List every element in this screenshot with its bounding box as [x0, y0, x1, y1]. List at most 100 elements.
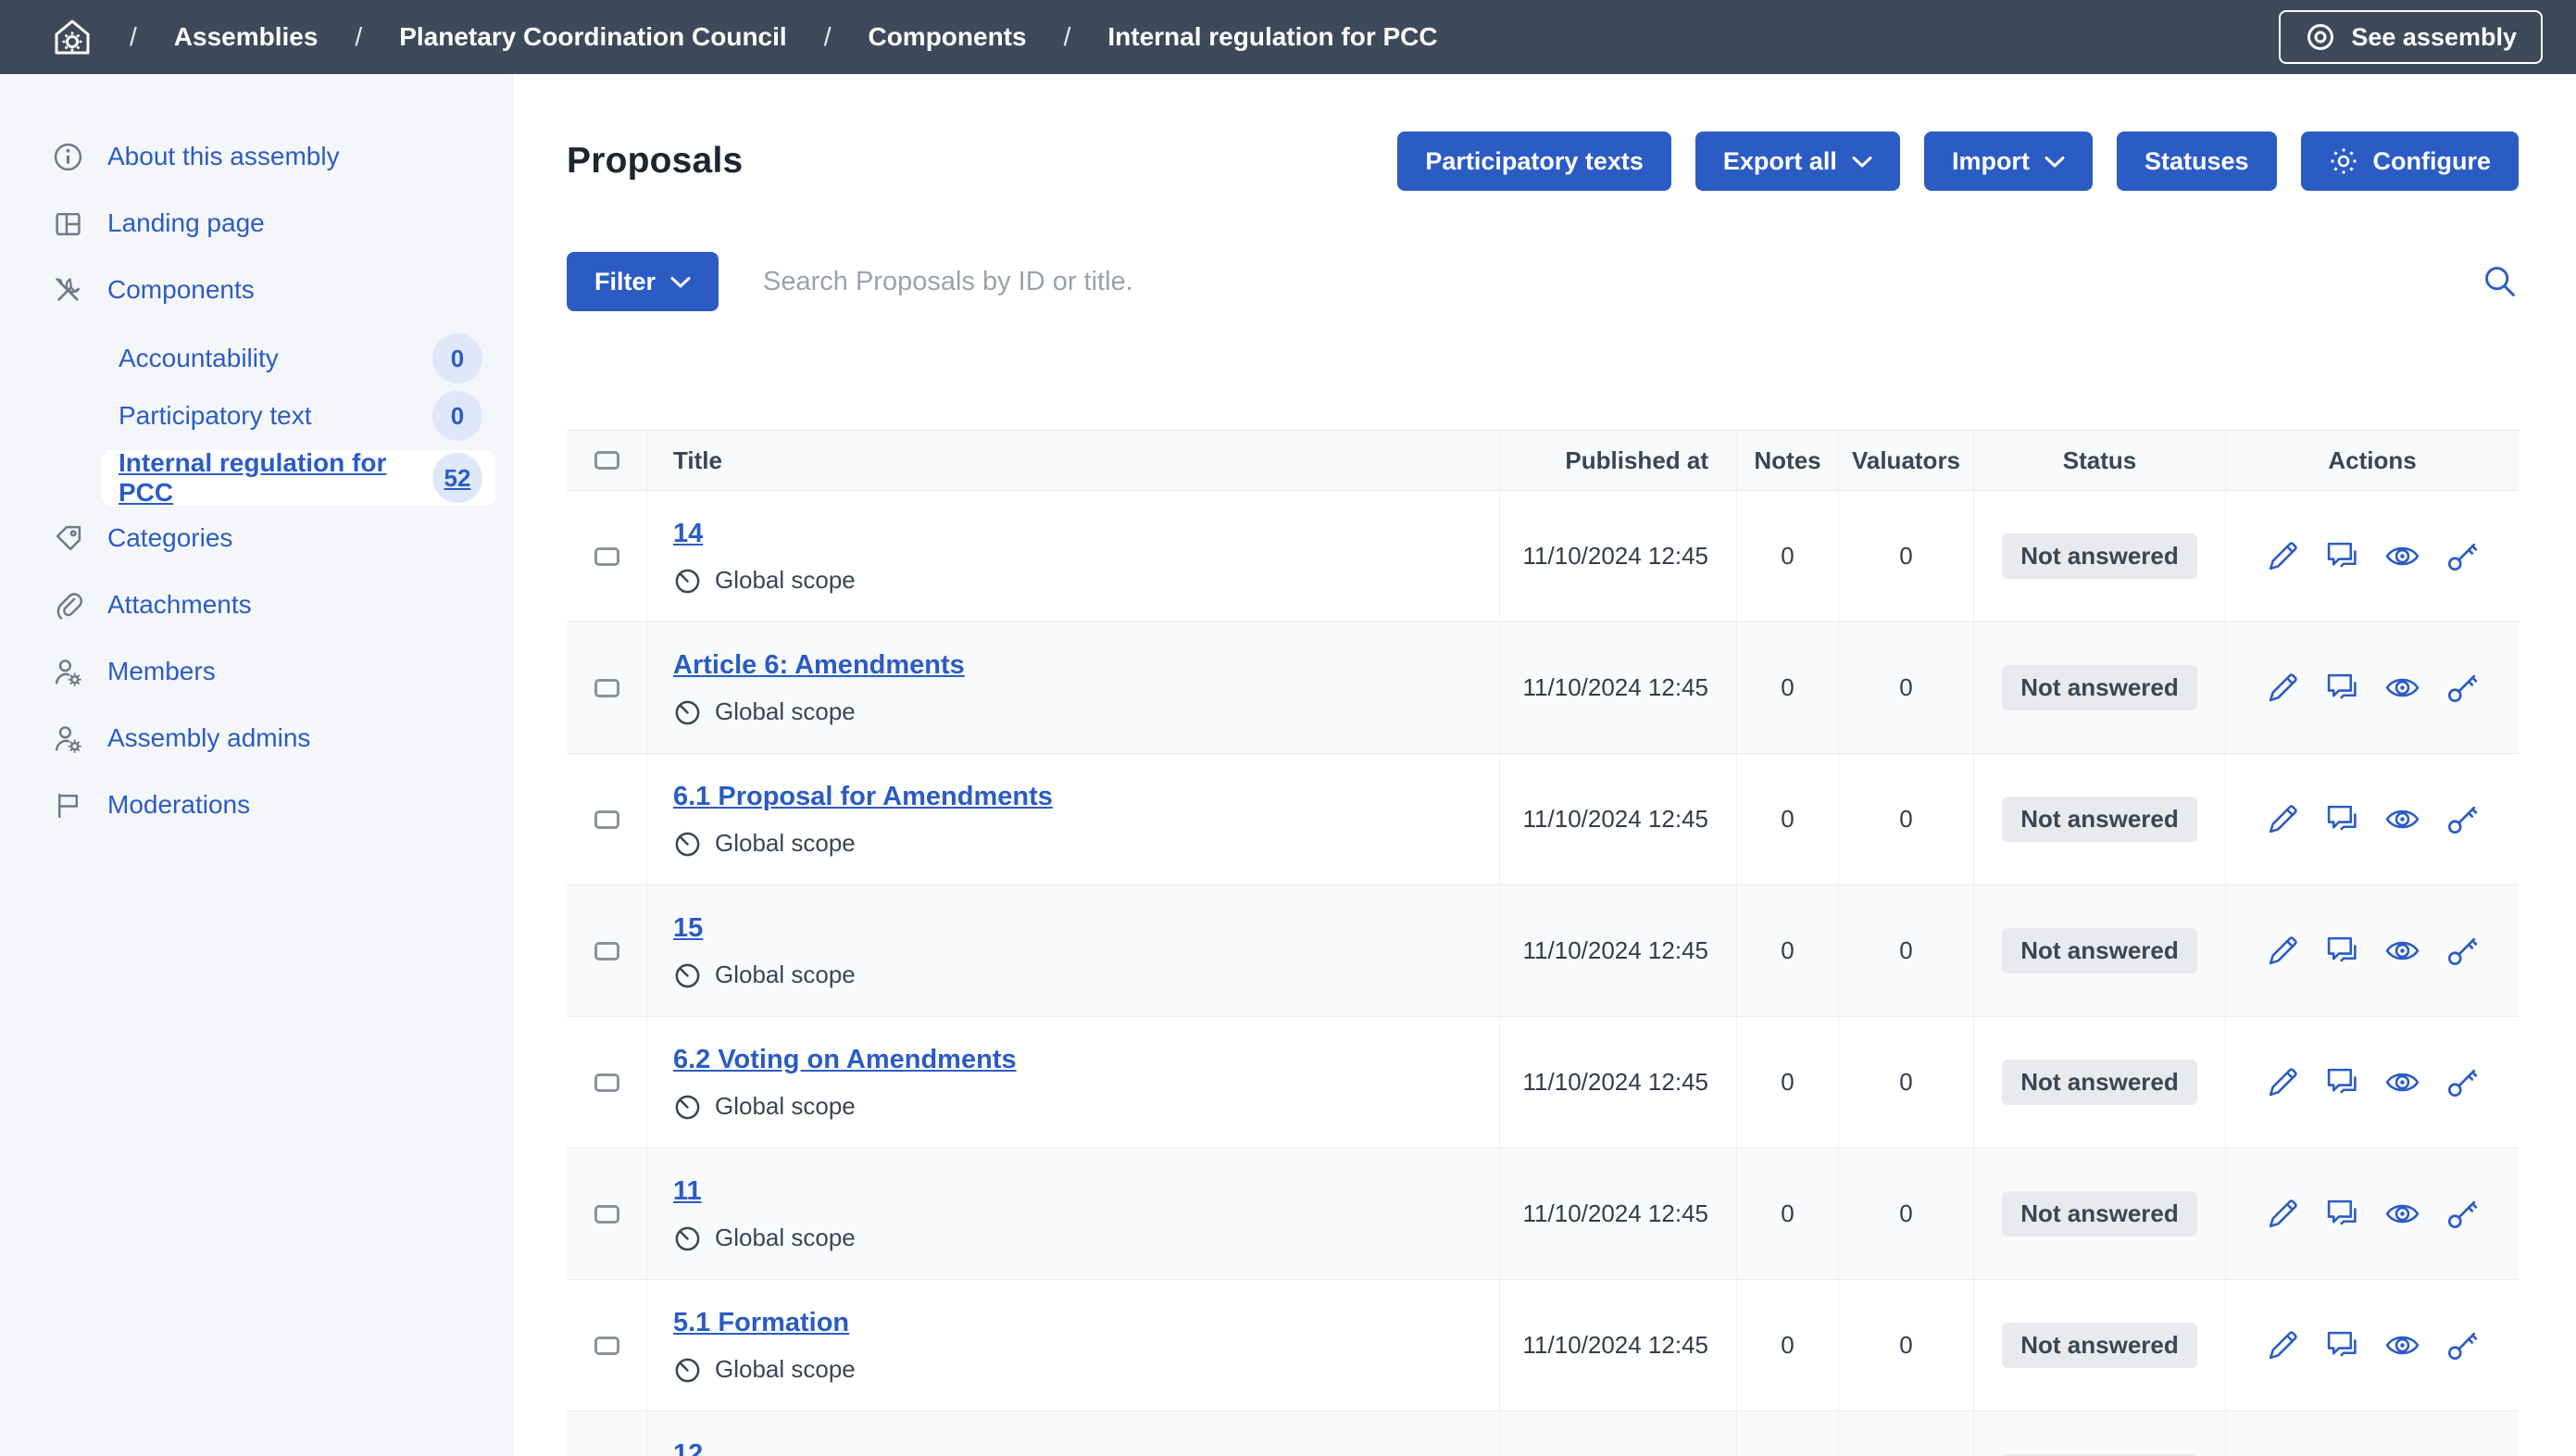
- answer-icon[interactable]: [2325, 671, 2359, 705]
- sidebar-item-assembly-admins[interactable]: Assembly admins: [52, 717, 495, 759]
- answer-icon[interactable]: [2325, 802, 2359, 836]
- sidebar-item-label: Accountability: [119, 344, 279, 373]
- sidebar-item-internal-regulation[interactable]: Internal regulation for PCC 52: [102, 450, 495, 506]
- sidebar-item-about[interactable]: About this assembly: [52, 135, 495, 178]
- search-icon[interactable]: [2482, 263, 2519, 300]
- configure-button[interactable]: Configure: [2301, 132, 2520, 191]
- proposal-title-link[interactable]: 12: [673, 1439, 856, 1456]
- table-row: 12 Global scope 11/10/2024 12:45 0 0 Not…: [567, 1412, 2519, 1456]
- permissions-icon[interactable]: [2445, 1328, 2480, 1362]
- valuators-count: 0: [1839, 491, 1974, 621]
- search-input[interactable]: [761, 266, 2439, 298]
- scope-label: Global scope: [715, 697, 856, 726]
- breadcrumb-current-component[interactable]: Internal regulation for PCC: [1107, 22, 1437, 52]
- row-checkbox[interactable]: [594, 547, 619, 566]
- row-checkbox[interactable]: [594, 1337, 619, 1355]
- edit-icon[interactable]: [2266, 1197, 2300, 1231]
- sidebar-item-label: Members: [107, 657, 216, 686]
- valuators-count: 0: [1839, 1017, 1974, 1148]
- chevron-down-icon: [670, 275, 691, 289]
- page-title: Proposals: [567, 141, 743, 182]
- scope-label: Global scope: [715, 1092, 856, 1121]
- export-all-button[interactable]: Export all: [1695, 132, 1900, 191]
- count-badge: 0: [432, 333, 482, 383]
- proposal-title-link[interactable]: Article 6: Amendments: [673, 650, 965, 681]
- breadcrumb-components[interactable]: Components: [868, 22, 1026, 52]
- published-at-value: 11/10/2024 12:45: [1500, 885, 1737, 1016]
- sidebar-item-accountability[interactable]: Accountability 0: [102, 335, 495, 382]
- row-checkbox[interactable]: [594, 810, 619, 829]
- sidebar-item-categories[interactable]: Categories: [52, 517, 495, 559]
- sidebar-item-label: Components: [107, 275, 255, 305]
- permissions-icon[interactable]: [2445, 539, 2480, 573]
- edit-icon[interactable]: [2266, 1065, 2300, 1099]
- status-badge: Not answered: [2002, 665, 2197, 710]
- proposal-title-link[interactable]: 6.2 Voting on Amendments: [673, 1045, 1017, 1075]
- edit-icon[interactable]: [2266, 539, 2300, 573]
- notes-count: 0: [1737, 1280, 1839, 1411]
- table-row: 14 Global scope 11/10/2024 12:45 0 0 Not…: [567, 491, 2519, 622]
- answer-icon[interactable]: [2325, 1197, 2359, 1231]
- preview-icon[interactable]: [2384, 1064, 2420, 1100]
- answer-icon[interactable]: [2325, 1065, 2359, 1099]
- import-button[interactable]: Import: [1924, 132, 2093, 191]
- sidebar-item-participatory-text[interactable]: Participatory text 0: [102, 393, 495, 439]
- row-checkbox[interactable]: [594, 1205, 619, 1224]
- preview-icon[interactable]: [2384, 538, 2420, 574]
- edit-icon[interactable]: [2266, 1328, 2300, 1362]
- row-checkbox[interactable]: [594, 942, 619, 960]
- preview-icon[interactable]: [2384, 801, 2420, 837]
- statuses-button[interactable]: Statuses: [2117, 132, 2277, 191]
- participatory-texts-button[interactable]: Participatory texts: [1397, 132, 1671, 191]
- breadcrumb-separator: /: [130, 22, 137, 52]
- published-at-value: 11/10/2024 12:45: [1500, 754, 1737, 885]
- info-icon: [52, 142, 83, 172]
- edit-icon[interactable]: [2266, 671, 2300, 705]
- proposal-title-link[interactable]: 6.1 Proposal for Amendments: [673, 782, 1053, 812]
- answer-icon[interactable]: [2325, 1328, 2359, 1362]
- permissions-icon[interactable]: [2445, 1197, 2480, 1231]
- table-row: 6.2 Voting on Amendments Global scope 11…: [567, 1017, 2519, 1148]
- permissions-icon[interactable]: [2445, 671, 2480, 705]
- valuators-count: 0: [1839, 1148, 1974, 1279]
- permissions-icon[interactable]: [2445, 934, 2480, 968]
- preview-icon[interactable]: [2384, 670, 2420, 706]
- filter-button[interactable]: Filter: [567, 252, 719, 311]
- sidebar-item-landing-page[interactable]: Landing page: [52, 202, 495, 245]
- preview-icon[interactable]: [2384, 1327, 2420, 1363]
- row-checkbox[interactable]: [594, 679, 619, 697]
- preview-icon[interactable]: [2384, 1196, 2420, 1232]
- sidebar-item-components[interactable]: Components: [52, 269, 495, 311]
- notes-count: 0: [1737, 491, 1839, 621]
- sidebar-item-attachments[interactable]: Attachments: [52, 584, 495, 626]
- published-at-value: 11/10/2024 12:45: [1500, 1412, 1737, 1456]
- answer-icon[interactable]: [2325, 539, 2359, 573]
- proposal-title-link[interactable]: 11: [673, 1176, 856, 1207]
- breadcrumb-assemblies[interactable]: Assemblies: [174, 22, 319, 52]
- sidebar-item-members[interactable]: Members: [52, 650, 495, 693]
- sidebar-item-moderations[interactable]: Moderations: [52, 784, 495, 826]
- edit-icon[interactable]: [2266, 802, 2300, 836]
- proposal-title-link[interactable]: 5.1 Formation: [673, 1308, 856, 1338]
- scope-icon: [673, 960, 702, 989]
- header-notes: Notes: [1737, 431, 1839, 490]
- published-at-value: 11/10/2024 12:45: [1500, 1280, 1737, 1411]
- edit-icon[interactable]: [2266, 934, 2300, 968]
- status-badge: Not answered: [2002, 797, 2197, 842]
- topbar: / Assemblies / Planetary Coordination Co…: [0, 0, 2576, 74]
- proposal-title-link[interactable]: 15: [673, 913, 856, 944]
- proposal-title-link[interactable]: 14: [673, 519, 856, 549]
- preview-icon[interactable]: [2384, 933, 2420, 969]
- home-link[interactable]: [52, 17, 93, 57]
- answer-icon[interactable]: [2325, 934, 2359, 968]
- scope-label: Global scope: [715, 1224, 856, 1252]
- row-checkbox[interactable]: [594, 1073, 619, 1092]
- permissions-icon[interactable]: [2445, 1065, 2480, 1099]
- select-all-checkbox[interactable]: [594, 451, 619, 470]
- notes-count: 0: [1737, 1412, 1839, 1456]
- valuators-count: 0: [1839, 1412, 1974, 1456]
- status-badge: Not answered: [2002, 1060, 2197, 1105]
- permissions-icon[interactable]: [2445, 802, 2480, 836]
- breadcrumb-assembly[interactable]: Planetary Coordination Council: [399, 22, 786, 52]
- see-assembly-button[interactable]: See assembly: [2279, 10, 2543, 64]
